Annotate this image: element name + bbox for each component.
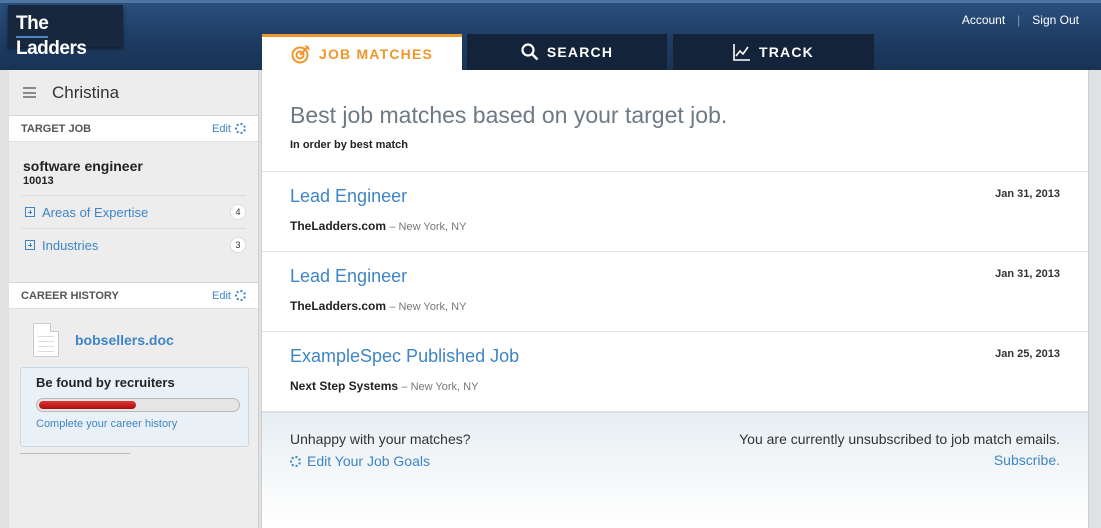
target-job-title: software engineer <box>23 158 143 174</box>
job-title-link[interactable]: Lead Engineer <box>290 186 1088 207</box>
company-name: TheLadders.com <box>290 299 387 313</box>
job-title-link[interactable]: ExampleSpec Published Job <box>290 346 1088 367</box>
search-icon <box>521 43 539 61</box>
sidebar-user-header: Christina <box>9 70 258 116</box>
job-date: Jan 31, 2013 <box>995 188 1060 200</box>
tab-search[interactable]: SEARCH <box>467 34 667 70</box>
resume-file: bobsellers.doc <box>9 309 258 357</box>
page-gutter <box>1090 70 1101 528</box>
edit-job-goals-label: Edit Your Job Goals <box>307 453 430 469</box>
job-location: – New York, NY <box>389 301 467 313</box>
matches-footer: Unhappy with your matches? Edit Your Job… <box>262 412 1088 528</box>
account-link[interactable]: Account <box>962 13 1005 27</box>
be-found-title: Be found by recruiters <box>36 375 175 390</box>
job-title-link[interactable]: Lead Engineer <box>290 266 1088 287</box>
chart-icon <box>733 44 750 61</box>
job-date: Jan 25, 2013 <box>995 348 1060 360</box>
expand-plus-icon <box>25 240 35 250</box>
gear-icon <box>235 290 246 301</box>
job-company: Next Step Systems – New York, NY <box>290 379 1088 393</box>
resume-file-link[interactable]: bobsellers.doc <box>75 332 174 348</box>
complete-career-history-link[interactable]: Complete your career history <box>36 418 248 430</box>
gear-icon <box>290 455 301 467</box>
main-content: Best job matches based on your target jo… <box>261 70 1089 528</box>
tab-track[interactable]: TRACK <box>673 34 874 70</box>
target-job-edit-label: Edit <box>212 122 231 135</box>
target-job-heading-label: TARGET JOB <box>21 122 92 135</box>
matches-header: Best job matches based on your target jo… <box>262 70 1088 172</box>
target-job-edit-link[interactable]: Edit <box>212 123 246 135</box>
gear-icon <box>235 123 246 134</box>
logo-text-ladders: Ladders <box>16 38 87 59</box>
career-history-edit-label: Edit <box>212 289 231 302</box>
theladders-logo[interactable]: The Ladders <box>8 5 123 59</box>
tab-job-matches[interactable]: JOB MATCHES <box>262 34 462 70</box>
logo-text-the: The <box>16 13 49 38</box>
target-job-zip: 10013 <box>23 175 54 187</box>
job-location: – New York, NY <box>389 221 467 233</box>
job-list-item: Lead Engineer TheLadders.com – New York,… <box>262 252 1088 332</box>
subscribe-link[interactable]: Subscribe. <box>994 452 1060 468</box>
section-divider <box>9 261 258 283</box>
job-location: – New York, NY <box>401 381 479 393</box>
job-date: Jan 31, 2013 <box>995 268 1060 280</box>
company-name: TheLadders.com <box>290 219 387 233</box>
profile-progress-fill <box>39 401 136 409</box>
target-job-heading: TARGET JOB Edit <box>9 116 258 142</box>
target-job-details: software engineer 10013 <box>9 142 258 195</box>
job-list-item: Lead Engineer TheLadders.com – New York,… <box>262 172 1088 252</box>
user-name: Christina <box>52 82 120 102</box>
career-history-edit-link[interactable]: Edit <box>212 290 246 302</box>
tab-job-matches-label: JOB MATCHES <box>318 45 434 62</box>
unsubscribed-notice: You are currently unsubscribed to job ma… <box>739 431 1060 447</box>
account-links: Account | Sign Out <box>962 13 1079 27</box>
target-icon <box>291 44 310 63</box>
unhappy-text: Unhappy with your matches? <box>290 431 471 447</box>
sidebar: Christina TARGET JOB Edit software engin… <box>9 70 259 528</box>
document-icon <box>33 323 59 357</box>
job-company: TheLadders.com – New York, NY <box>290 299 1088 313</box>
areas-of-expertise-label: Areas of Expertise <box>42 204 149 220</box>
sort-order-note: In order by best match <box>290 139 408 151</box>
company-name: Next Step Systems <box>290 379 399 393</box>
profile-progress-bar <box>36 398 240 412</box>
sidebar-item-areas-of-expertise[interactable]: Areas of Expertise 4 <box>21 195 246 228</box>
link-separator: | <box>1017 13 1021 27</box>
job-list-item: ExampleSpec Published Job Next Step Syst… <box>262 332 1088 412</box>
edit-job-goals-link[interactable]: Edit Your Job Goals <box>290 453 430 469</box>
be-found-panel: Be found by recruiters Complete your car… <box>20 367 249 447</box>
areas-of-expertise-count: 4 <box>230 204 246 220</box>
sidebar-divider <box>20 453 130 454</box>
industries-count: 3 <box>230 237 246 253</box>
career-history-heading-label: CAREER HISTORY <box>21 289 119 302</box>
menu-icon[interactable] <box>23 87 36 98</box>
expand-plus-icon <box>25 207 35 217</box>
industries-label: Industries <box>42 237 99 253</box>
job-company: TheLadders.com – New York, NY <box>290 219 1088 233</box>
tab-search-label: SEARCH <box>546 44 614 60</box>
career-history-heading: CAREER HISTORY Edit <box>9 283 258 309</box>
page-title: Best job matches based on your target jo… <box>290 102 728 128</box>
tab-track-label: TRACK <box>759 44 814 60</box>
sidebar-item-industries[interactable]: Industries 3 <box>21 228 246 261</box>
sign-out-link[interactable]: Sign Out <box>1032 13 1079 27</box>
